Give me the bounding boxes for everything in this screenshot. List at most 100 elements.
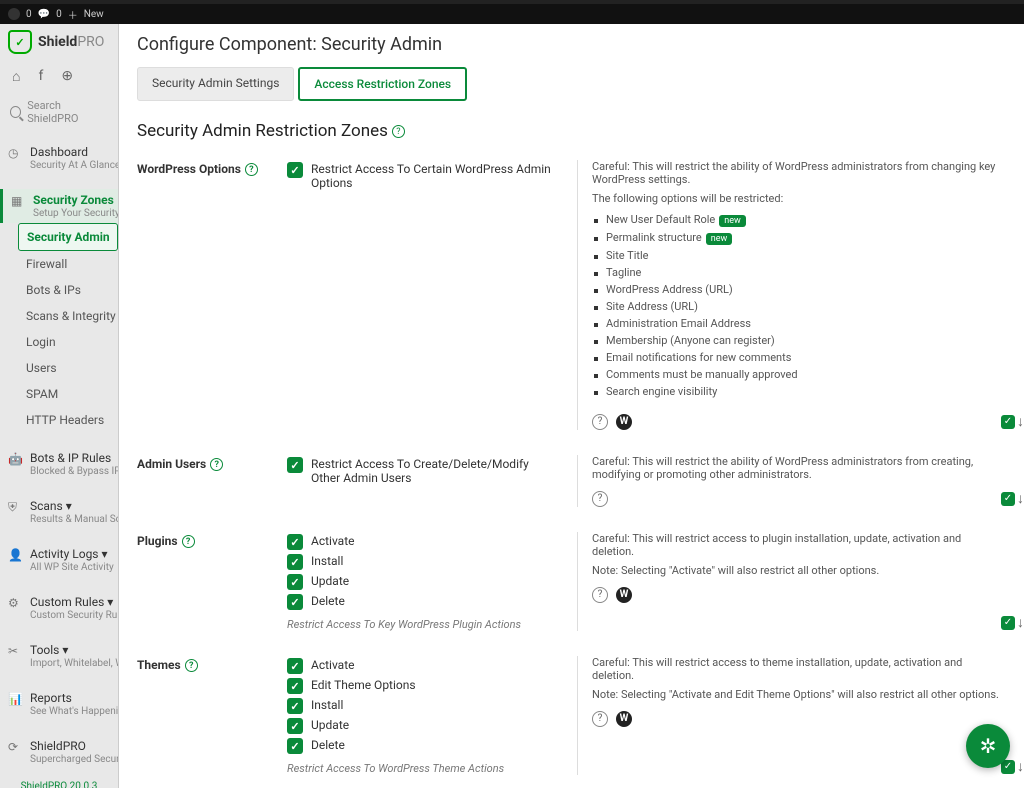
sliders-icon: ⚙ [8,596,22,610]
checkbox-themes-edit[interactable]: ✓ [287,678,303,694]
new-badge: new [706,233,733,245]
wp-logo-dot [8,8,20,20]
arrow-down-icon: ↓ [1017,614,1024,631]
version-label: ShieldPRO 20.0.3 [0,773,118,788]
checkbox-plugins-update[interactable]: ✓ [287,574,303,590]
checkbox-themes-install[interactable]: ✓ [287,698,303,714]
mini-counter-2: 0 [56,9,62,20]
list-item: Comments must be manually approved [606,366,1006,383]
careful-text: Careful: This will restrict access to pl… [592,532,1006,558]
checkbox-wp-options[interactable]: ✓ [287,162,303,178]
list-item: Membership (Anyone can register) [606,332,1006,349]
search-placeholder: Search ShieldPRO [27,99,108,125]
person-icon: 👤 [8,548,22,562]
arrow-down-icon: ↓ [1017,413,1024,430]
search-icon [10,106,21,118]
note-text: Note: Selecting "Activate and Edit Theme… [592,688,1006,701]
sidebar-item-scans[interactable]: ⛨ Scans ▾Results & Manual Scans [0,495,118,529]
row-label: Themes? [137,656,287,775]
help-icon[interactable]: ? [210,458,223,471]
note-text: Note: Selecting "Activate" will also res… [592,564,1006,577]
status-corner: ✓↓ [1001,490,1024,507]
refresh-icon: ⟳ [8,740,22,754]
sidebar-item-spam[interactable]: SPAM [26,381,118,407]
mini-comment-icon: 💬 [38,9,50,20]
sidebar-item-bots-ip-rules[interactable]: 🤖 Bots & IP RulesBlocked & Bypass IPs [0,447,118,481]
row-label: Admin Users? [137,455,287,507]
grid-icon: ▦ [11,194,25,208]
checkbox-themes-delete[interactable]: ✓ [287,738,303,754]
row-wordpress-options: WordPress Options? ✓Restrict Access To C… [137,147,1006,442]
checkbox-themes-activate[interactable]: ✓ [287,658,303,674]
chart-icon: 📊 [8,692,22,706]
gauge-icon: ◷ [8,146,22,160]
facebook-icon[interactable]: f [38,68,43,85]
list-item: Permalink structurenew [606,229,1006,247]
sidebar-item-custom-rules[interactable]: ⚙ Custom Rules ▾Custom Security Rules [0,591,118,625]
help-icon[interactable]: ? [185,659,198,672]
checkbox-plugins-install[interactable]: ✓ [287,554,303,570]
arrow-down-icon: ↓ [1017,758,1024,775]
sidebar-item-scans-integrity[interactable]: Scans & Integrity [26,303,118,329]
sidebar-item-login[interactable]: Login [26,329,118,355]
list-item: Site Address (URL) [606,298,1006,315]
sidebar-item-tools[interactable]: ✂ Tools ▾Import, Whitelabel, Wizard [0,639,118,673]
list-item: New User Default Rolenew [606,211,1006,229]
check-icon: ✓ [1001,616,1015,630]
careful-text: Careful: This will restrict the ability … [592,455,1006,481]
globe-icon[interactable]: ⊕ [61,68,73,85]
sidebar-item-shieldpro[interactable]: ⟳ ShieldPROSupercharged Security [0,735,118,769]
check-icon: ✓ [1001,492,1015,506]
home-icon[interactable]: ⌂ [12,68,20,85]
help-icon[interactable]: ? [592,414,608,430]
careful-text: Careful: This will restrict the ability … [592,160,1006,186]
checkbox-admin-users[interactable]: ✓ [287,457,303,473]
checkbox-plugins-activate[interactable]: ✓ [287,534,303,550]
status-corner: ✓↓ [1001,413,1024,430]
wordpress-icon[interactable]: W [616,414,632,430]
shield-icon: ⛨ [8,500,22,515]
list-item: Tagline [606,264,1006,281]
sidebar-item-dashboard[interactable]: ◷ DashboardSecurity At A Glance [0,141,118,175]
quick-icons: ⌂ f ⊕ [0,60,118,93]
search-input[interactable]: Search ShieldPRO [0,93,118,131]
tab-access-restriction-zones[interactable]: Access Restriction Zones [298,67,467,101]
wordpress-icon[interactable]: W [616,587,632,603]
sidebar-item-security-zones[interactable]: ▦ Security ZonesSetup Your Security Zone… [0,189,118,223]
checkbox-plugins-delete[interactable]: ✓ [287,594,303,610]
sidebar-item-bots-ips[interactable]: Bots & IPs [26,277,118,303]
help-icon[interactable]: ? [245,163,258,176]
checkbox-themes-update[interactable]: ✓ [287,718,303,734]
content-area: Configure Component: Security Admin Secu… [119,24,1024,788]
help-icon[interactable]: ? [182,535,195,548]
sidebar-item-users[interactable]: Users [26,355,118,381]
tabs: Security Admin Settings Access Restricti… [137,67,1006,101]
help-icon[interactable]: ? [392,125,405,138]
list-item: Administration Email Address [606,315,1006,332]
robot-icon: 🤖 [8,452,22,466]
brand-text: ShieldPRO [38,34,104,50]
wordpress-icon[interactable]: W [616,711,632,727]
admin-mini-bar: 0 💬 0 ＋ New [0,4,1024,24]
section-title: Security Admin Restriction Zones? [137,111,1006,147]
sidebar-item-firewall[interactable]: Firewall [26,251,118,277]
sidebar-item-reports[interactable]: 📊 ReportsSee What's Happening [0,687,118,721]
row-admin-users: Admin Users? ✓Restrict Access To Create/… [137,442,1006,519]
mini-new-label[interactable]: New [84,9,104,20]
mini-plus-icon: ＋ [68,7,78,22]
sidebar-item-http-headers[interactable]: HTTP Headers [26,407,118,433]
shield-logo-icon: ✓ [8,30,32,54]
help-icon[interactable]: ? [592,491,608,507]
mini-counter: 0 [26,9,32,20]
list-item: Search engine visibility [606,383,1006,400]
help-icon[interactable]: ? [592,711,608,727]
tab-security-admin-settings[interactable]: Security Admin Settings [137,67,294,101]
status-corner: ✓↓ [1001,614,1024,631]
list-item: Email notifications for new comments [606,349,1006,366]
hint-text: Restrict Access To WordPress Theme Actio… [287,762,557,775]
sidebar-item-security-admin[interactable]: Security Admin [18,223,118,251]
row-label: WordPress Options? [137,160,287,430]
help-fab-button[interactable]: ✲ [966,724,1010,768]
help-icon[interactable]: ? [592,587,608,603]
sidebar-item-activity-logs[interactable]: 👤 Activity Logs ▾All WP Site Activity [0,543,118,577]
